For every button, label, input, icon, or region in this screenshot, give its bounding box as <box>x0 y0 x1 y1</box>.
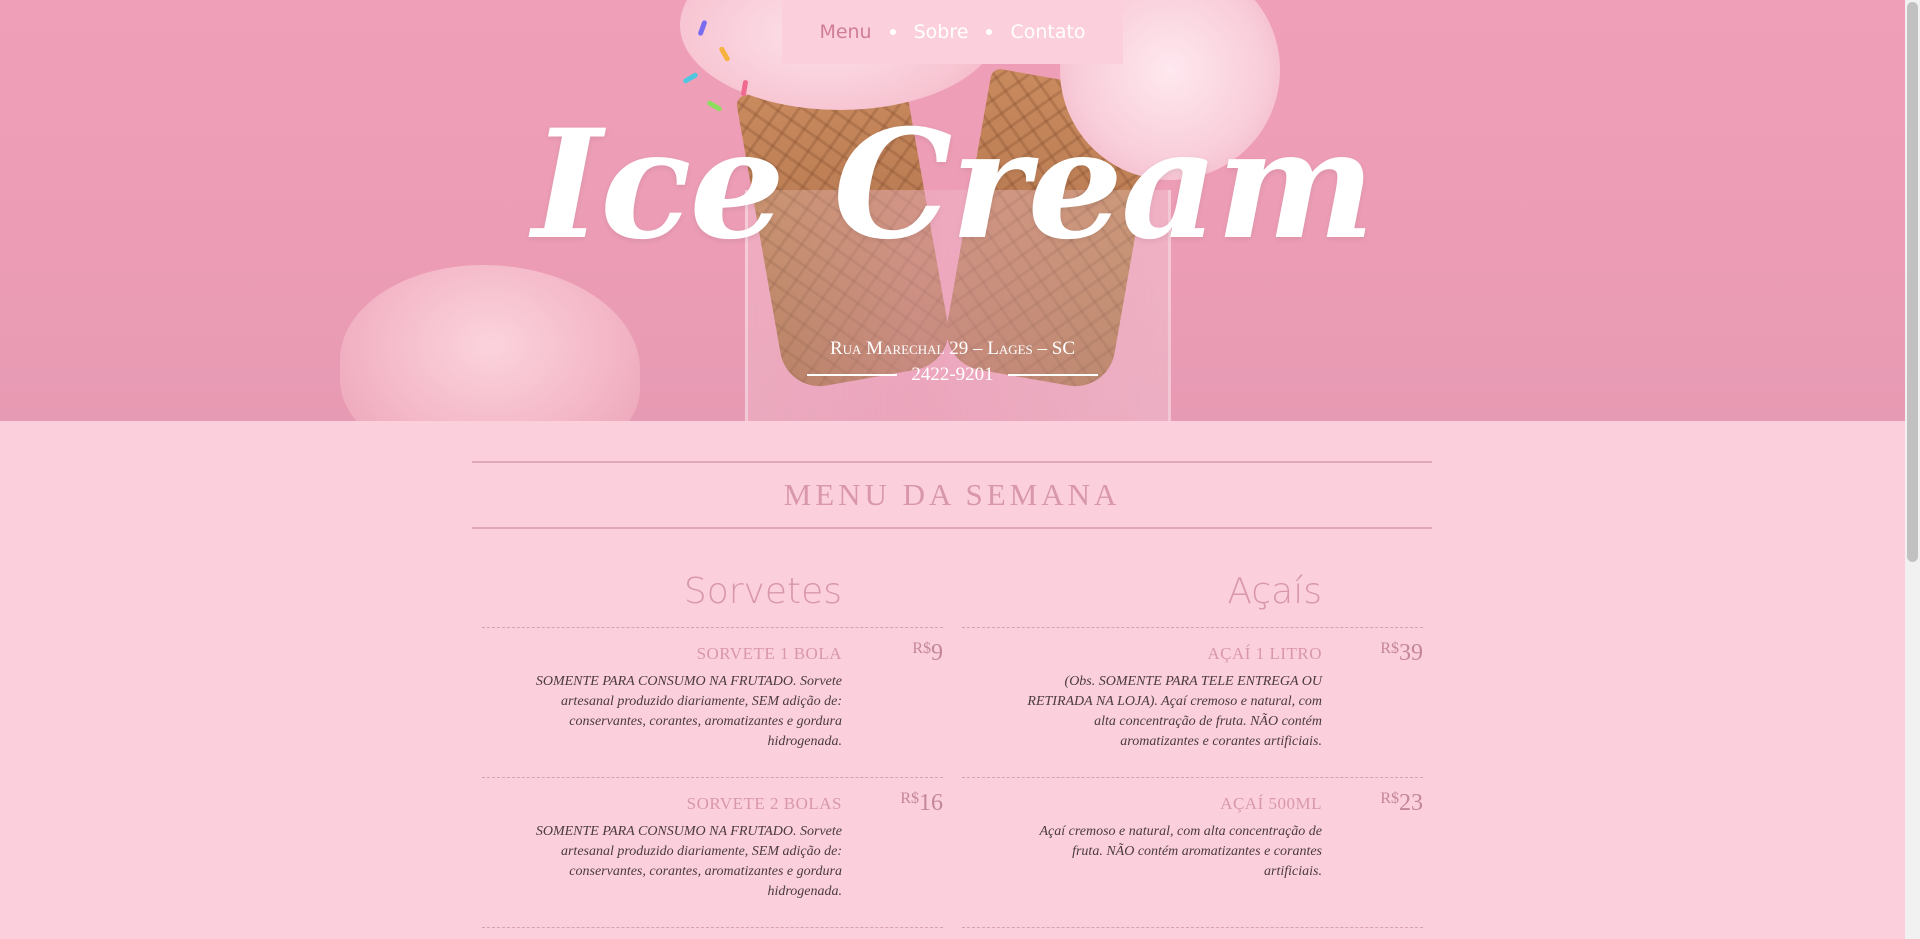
top-nav: Menu Sobre Contato <box>782 0 1123 64</box>
menu-item: AÇAÍ 1 LITRO R$39 (Obs. SOMENTE PARA TEL… <box>962 628 1423 778</box>
menu-section-title: MENU DA SEMANA <box>472 461 1432 529</box>
sprinkle-decoration <box>682 71 699 85</box>
divider-line <box>807 374 898 376</box>
hero-phone: 2422-9201 <box>911 364 994 385</box>
vertical-scrollbar[interactable] <box>1905 0 1920 939</box>
item-description: (Obs. SOMENTE PARA TELE ENTREGA OU RETIR… <box>1027 674 1322 749</box>
currency-symbol: R$ <box>912 640 931 657</box>
hero-phone-row: 2422-9201 <box>0 364 1905 386</box>
item-price: R$39 <box>1380 640 1423 667</box>
nav-dot-icon <box>986 29 993 35</box>
item-description: SOMENTE PARA CONSUMO NA FRUTADO. Sorvete… <box>535 824 842 899</box>
price-value: 39 <box>1399 640 1423 666</box>
item-price: R$16 <box>900 790 943 817</box>
currency-symbol: R$ <box>1380 640 1399 657</box>
item-name: AÇAÍ 500ML <box>1220 794 1322 813</box>
hero-title: Ice Cream <box>532 97 1375 273</box>
menu-item: AÇAÍ 500ML R$23 Açaí cremoso e natural, … <box>962 778 1423 928</box>
item-name: AÇAÍ 1 LITRO <box>1207 644 1322 663</box>
hero-address: Rua Marechal 29 – Lages – SC <box>829 338 1076 359</box>
price-value: 16 <box>919 790 943 816</box>
currency-symbol: R$ <box>1380 790 1399 807</box>
menu-column-sorvetes: Sorvetes SORVETE 1 BOLA R$9 SOMENTE PARA… <box>482 565 943 928</box>
nav-link-sobre[interactable]: Sobre <box>914 21 969 43</box>
price-value: 9 <box>931 640 943 666</box>
divider-line <box>1007 374 1098 376</box>
menu-column-acais: Açaís AÇAÍ 1 LITRO R$39 (Obs. SOMENTE PA… <box>962 565 1423 928</box>
menu-item: SORVETE 1 BOLA R$9 SOMENTE PARA CONSUMO … <box>482 628 943 778</box>
nav-dot-icon <box>889 29 896 35</box>
price-value: 23 <box>1399 790 1423 816</box>
nav-link-menu[interactable]: Menu <box>819 21 871 43</box>
nav-link-contato[interactable]: Contato <box>1010 21 1085 43</box>
item-description: SOMENTE PARA CONSUMO NA FRUTADO. Sorvete… <box>535 674 842 749</box>
menu-item: SORVETE 2 BOLAS R$16 SOMENTE PARA CONSUM… <box>482 778 943 928</box>
item-price: R$23 <box>1380 790 1423 817</box>
item-price: R$9 <box>912 640 943 667</box>
item-description: Açaí cremoso e natural, com alta concent… <box>1039 824 1322 879</box>
item-name: SORVETE 1 BOLA <box>696 644 842 663</box>
scrollbar-thumb[interactable] <box>1907 2 1918 562</box>
currency-symbol: R$ <box>900 790 919 807</box>
category-title: Sorvetes <box>482 565 943 628</box>
item-name: SORVETE 2 BOLAS <box>686 794 842 813</box>
category-title: Açaís <box>962 565 1423 628</box>
